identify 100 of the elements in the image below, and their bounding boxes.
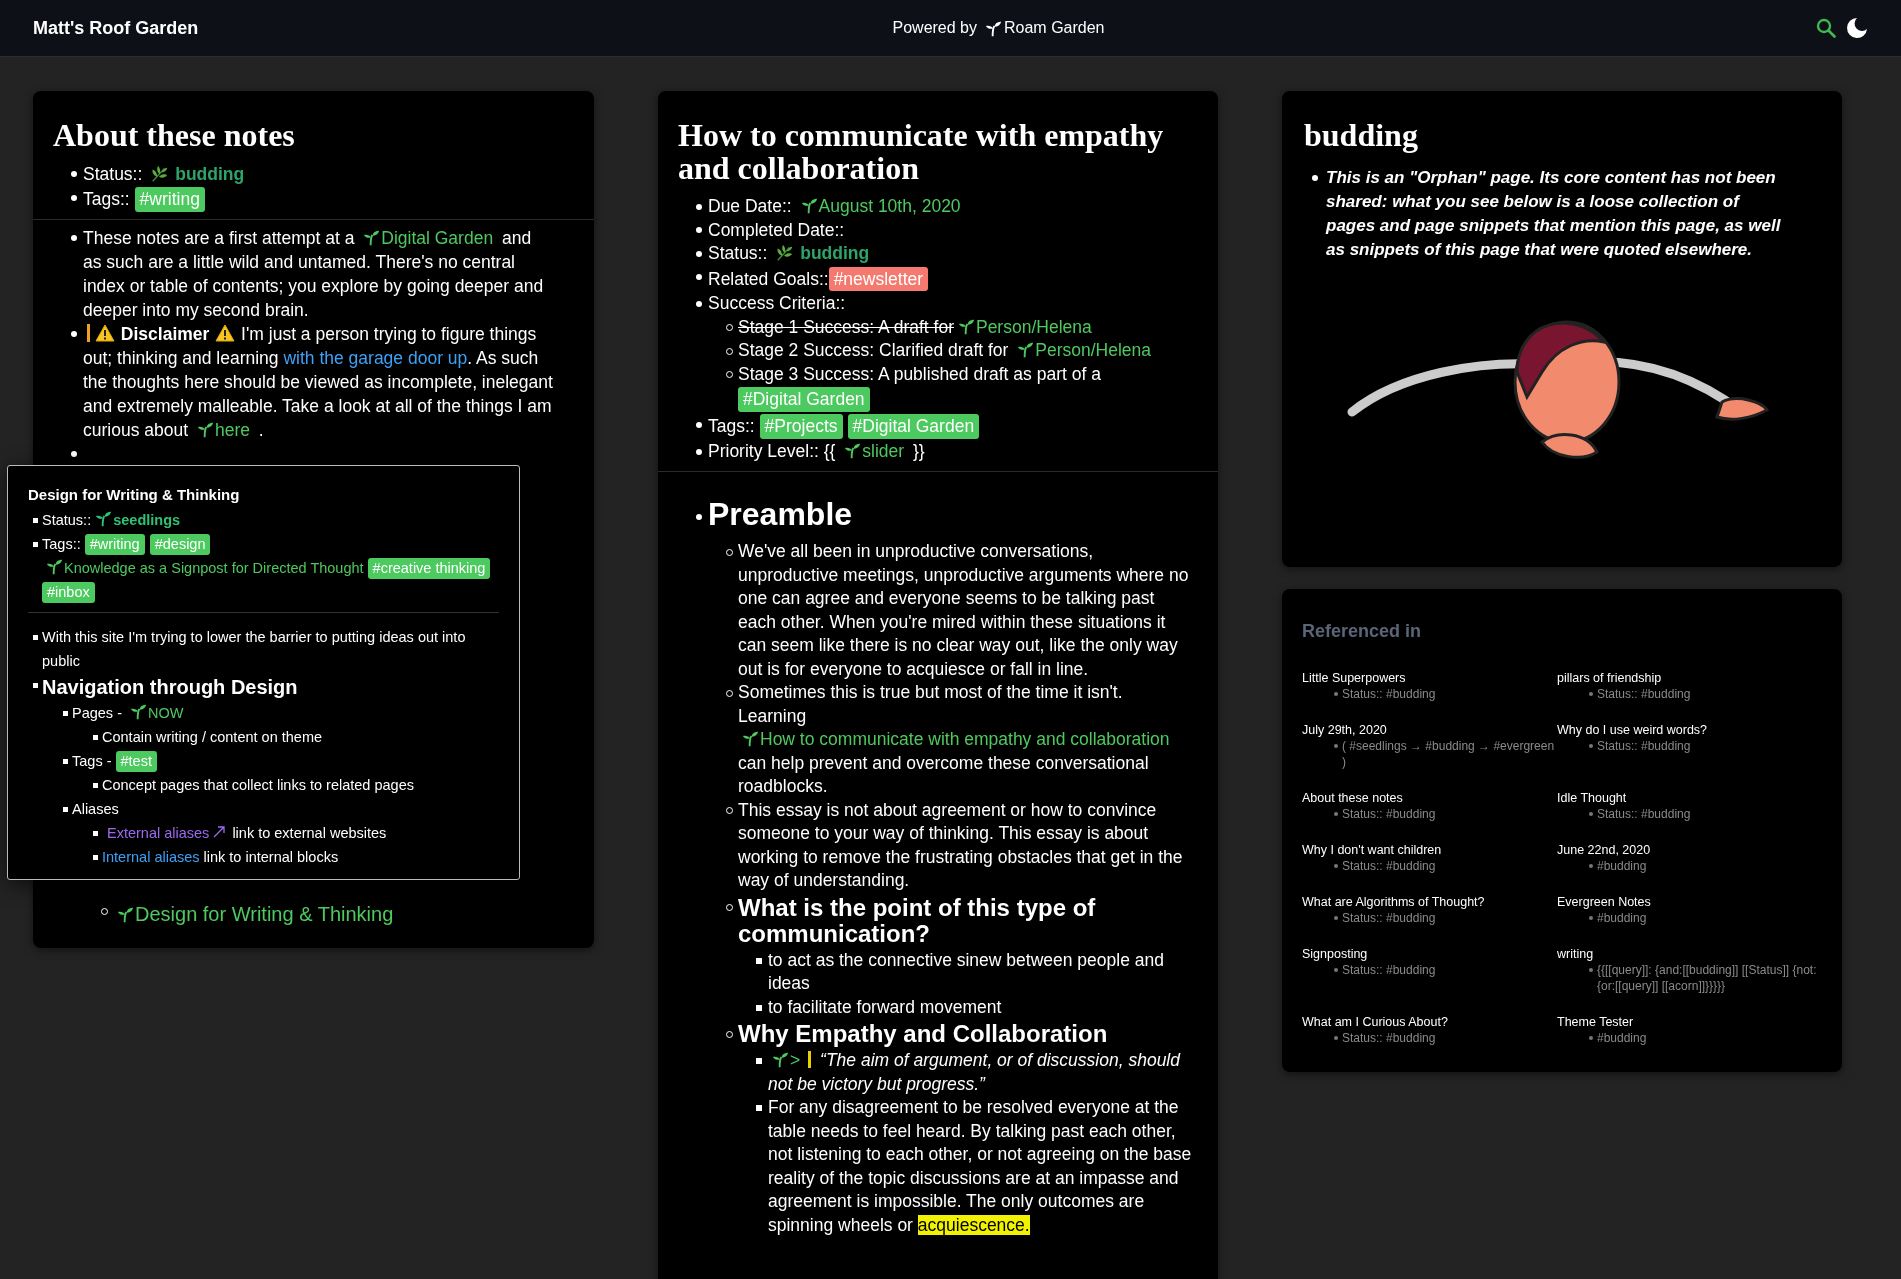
page-link[interactable]: Person/Helena xyxy=(957,316,1092,337)
note-text: Tags:: #writing xyxy=(83,186,572,213)
page-link[interactable]: here xyxy=(196,419,250,440)
page-link[interactable]: Person/Helena xyxy=(1017,340,1152,361)
note-text: Sometimes this is true but most of the time it isn't. Learning How to communicate with empathy and collaboration can help prevent and overcome these conversational roadblocks. xyxy=(738,681,1171,799)
note-text: > “The aim of argument, or of discussion, should not be victory but progress.” xyxy=(768,1049,1182,1096)
note-text: Disclaimer I'm just a person trying to figure things out; thinking and learning with the garage door up. As such the thoughts here should be viewed as incomplete, inelegant and extremely malleable. Take a look at all of the things I am curious about here . xyxy=(83,322,554,442)
bullet xyxy=(62,806,68,812)
sprout-icon xyxy=(363,228,381,246)
page-link[interactable]: Design for Writing & Thinking xyxy=(117,902,394,925)
bullet xyxy=(696,421,702,428)
page-link[interactable]: seedlings xyxy=(95,512,181,528)
note-text: to facilitate forward movement xyxy=(768,995,1003,1019)
note-text: Concept pages that collect links to related pages xyxy=(102,776,415,795)
page-link[interactable]: How to communicate with empathy and collaboration xyxy=(742,729,1170,750)
note-text: Tags - #test xyxy=(72,749,499,773)
sprout-icon xyxy=(95,510,113,527)
text-link[interactable]: with the garage door up xyxy=(283,347,468,368)
bullet xyxy=(92,734,98,740)
bullet xyxy=(1334,692,1338,696)
note-text: Internal aliases link to internal blocks xyxy=(102,848,340,867)
powered-by-label: Powered by xyxy=(892,19,977,37)
note-text: Stage 3 Success: A published draft as part of a #Digital Garden xyxy=(738,362,1102,413)
bullet xyxy=(92,830,98,836)
reference-snippet: Status:: #budding xyxy=(1342,858,1436,874)
subsection-heading: Navigation through Design xyxy=(42,675,299,699)
reference-snippet: Status:: #budding xyxy=(1342,686,1436,702)
reference-title[interactable]: About these notes xyxy=(1302,790,1557,806)
sprout-icon xyxy=(772,1051,789,1069)
bullet xyxy=(696,448,702,455)
reference-title[interactable]: Signposting xyxy=(1302,946,1557,962)
note-text: Priority Level:: {{ slider }} xyxy=(708,439,926,463)
note-text: Status:: budding xyxy=(708,242,871,265)
bullet xyxy=(71,171,77,177)
bullet xyxy=(1589,968,1593,972)
reference-title[interactable]: writing xyxy=(1557,946,1822,962)
note-text: Pages - NOW xyxy=(72,702,185,723)
reference-title[interactable]: Little Superpowers xyxy=(1302,670,1557,686)
page-link[interactable]: August 10th, 2020 xyxy=(800,196,961,216)
note-text: For any disagreement to be resolved everyone at the table needs to feel heard. By talking past each other, not listening to each other, or not agreeing on the base reality of the topic discussions are at an impasse and agreement is impossible. The only outcomes are spinning wheels or acquiescence. xyxy=(768,1096,1192,1237)
reference-title[interactable]: What am I Curious About? xyxy=(1302,1014,1557,1030)
bullet xyxy=(1589,864,1593,868)
page-link[interactable]: slider xyxy=(844,440,905,461)
bullet xyxy=(62,758,68,764)
sprout-icon xyxy=(117,905,134,923)
sprout-icon xyxy=(196,420,214,438)
reference-title[interactable]: Evergreen Notes xyxy=(1557,894,1822,910)
reference-title[interactable]: July 29th, 2020 xyxy=(1302,722,1557,738)
bullet xyxy=(32,541,38,547)
page-link[interactable]: Digital Garden xyxy=(363,227,494,248)
bullet xyxy=(71,234,77,241)
note-text: Aliases xyxy=(72,800,120,819)
note-text: This is an "Orphan" page. Its core content has not been shared: what you see below is a loose collection of pages and page snippets that mention this page, as well as snippets of this page that were quoted elsewhere. xyxy=(1326,167,1782,261)
reference-snippet: #budding xyxy=(1597,1030,1647,1046)
bullet xyxy=(1334,1036,1338,1040)
reference-title[interactable]: Why I don't want children xyxy=(1302,842,1557,858)
bullet xyxy=(696,274,702,281)
subsection-heading: Why Empathy and Collaboration xyxy=(738,1021,1109,1048)
reference-snippet: Status:: #budding xyxy=(1597,738,1691,754)
sprout-icon xyxy=(742,730,759,748)
external-link-icon xyxy=(212,825,227,839)
status-link[interactable]: budding xyxy=(800,243,870,263)
reference-title[interactable]: pillars of friendship xyxy=(1557,670,1822,686)
status-link[interactable]: budding xyxy=(175,164,245,184)
reference-snippet: Status:: #budding xyxy=(1342,1030,1436,1046)
bullet xyxy=(756,957,762,964)
bullet xyxy=(92,782,98,788)
bullet xyxy=(1334,864,1338,868)
note-text: Tags:: #Projects #Digital Garden xyxy=(708,413,1178,440)
reference-title[interactable]: Why do I use weird words? xyxy=(1557,722,1822,738)
bullet xyxy=(1589,1036,1593,1040)
note-text: Stage 1 Success: A draft for Person/Helena xyxy=(738,315,1093,339)
herb-icon xyxy=(149,165,170,183)
note-title: budding xyxy=(1304,119,1419,152)
warning-icon xyxy=(215,323,236,342)
sprout-icon xyxy=(957,317,975,335)
note-text: With this site I'm trying to lower the barrier to putting ideas out into public xyxy=(42,628,467,671)
search-icon[interactable] xyxy=(1816,18,1836,38)
note-text: Success Criteria:: xyxy=(708,292,847,316)
sprout-icon xyxy=(46,558,63,575)
note-text: These notes are a first attempt at a Digital Garden and as such are a little wild and untamed. There's no central index or table of contents; you explore by going deeper and deeper into my second brain. xyxy=(83,226,545,322)
external-link[interactable]: External aliases xyxy=(107,825,227,841)
bullet xyxy=(1334,916,1338,920)
site-title[interactable]: Matt's Roof Garden xyxy=(33,17,797,39)
text-link[interactable]: Internal aliases xyxy=(102,849,200,865)
reference-snippet: Status:: #budding xyxy=(1342,962,1436,978)
reference-snippet: ( #seedlings → #budding → #evergreen ) xyxy=(1342,738,1556,770)
page-link[interactable]: > xyxy=(772,1050,801,1071)
note-text: Related Goals:: #newsletter xyxy=(708,265,1178,293)
reference-title[interactable]: Theme Tester xyxy=(1557,1014,1822,1030)
reference-title[interactable]: Idle Thought xyxy=(1557,790,1822,806)
page-link[interactable]: Knowledge as a Signpost for Directed Thought xyxy=(46,560,364,576)
reference-title[interactable]: June 22nd, 2020 xyxy=(1557,842,1822,858)
reference-title[interactable]: What are Algorithms of Thought? xyxy=(1302,894,1557,910)
moon-icon[interactable] xyxy=(1846,17,1868,39)
bullet xyxy=(756,1058,762,1064)
product-link[interactable]: Roam Garden xyxy=(985,19,1105,37)
section-heading: Referenced in xyxy=(1302,621,1423,642)
note-text: External aliases link to external websites xyxy=(106,824,388,843)
page-link[interactable]: NOW xyxy=(130,705,184,721)
